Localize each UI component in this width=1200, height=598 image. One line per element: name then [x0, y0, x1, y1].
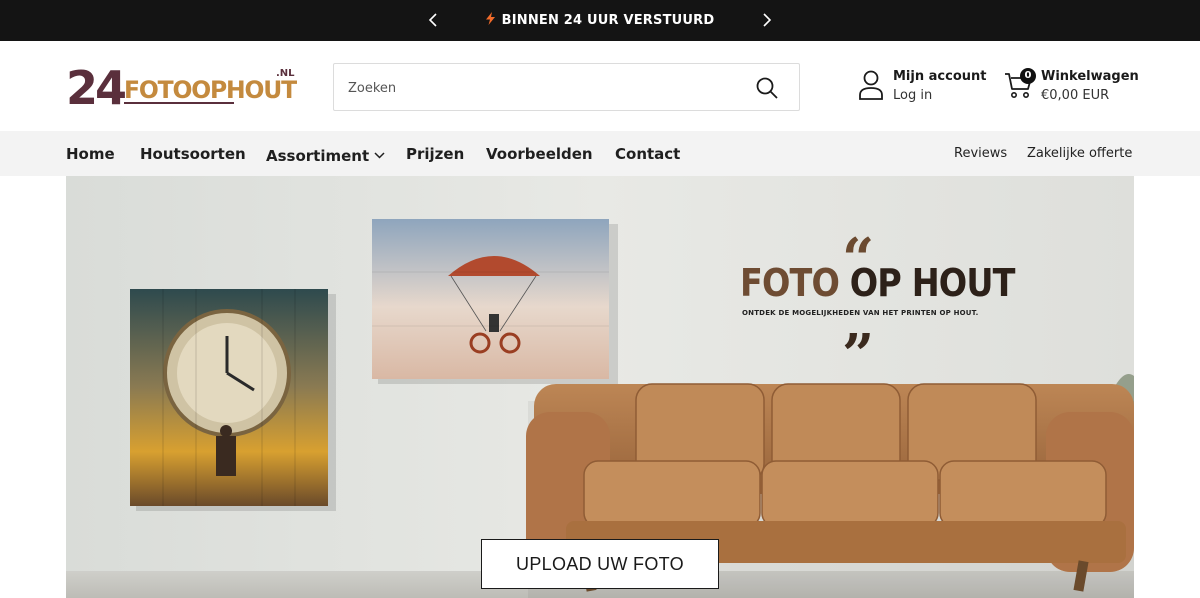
search-bar	[333, 63, 800, 111]
hero-headline: FOTO OP HOUT	[740, 261, 1015, 305]
account-title: Mijn account	[893, 69, 987, 84]
nav-item-prijzen[interactable]: Prijzen	[406, 145, 464, 163]
cart-title: Winkelwagen	[1041, 69, 1139, 84]
announcement-message: BINNEN 24 UUR VERSTUURD	[0, 12, 1200, 29]
hero-subline: ONTDEK DE MOGELIJKHEDEN VAN HET PRINTEN …	[742, 309, 979, 317]
logo-digits: 24	[66, 61, 125, 112]
cart-amount: €0,00 EUR	[1041, 88, 1110, 103]
nav-item-home[interactable]: Home	[66, 145, 115, 163]
announcement-text: BINNEN 24 UUR VERSTUURD	[501, 13, 715, 28]
login-link[interactable]: Log in	[893, 88, 932, 103]
site-header: 24 FOTOOPHOUT .NL Mijn account Log in 0 …	[0, 41, 1200, 131]
nav-item-houtsoorten[interactable]: Houtsoorten	[140, 145, 246, 163]
hero-headline-part-1: FOTO	[740, 261, 850, 305]
lightning-bolt-icon	[485, 12, 495, 29]
upload-photo-button[interactable]: UPLOAD UW FOTO	[481, 539, 719, 589]
nav-item-contact[interactable]: Contact	[615, 145, 680, 163]
logo-tld: .NL	[276, 68, 295, 79]
hero-illustration	[66, 176, 1134, 598]
announcement-bar: BINNEN 24 UUR VERSTUURD	[0, 0, 1200, 41]
cart-count-badge: 0	[1020, 68, 1036, 84]
nav-link-reviews[interactable]: Reviews	[954, 146, 1007, 161]
nav-item-voorbeelden[interactable]: Voorbeelden	[486, 145, 593, 163]
nav-item-assortiment-label: Assortiment	[266, 147, 370, 165]
quote-close-mark: ”	[842, 322, 875, 388]
search-input[interactable]	[348, 76, 728, 100]
user-icon	[858, 70, 884, 100]
main-nav: Home Houtsoorten Assortiment Prijzen Voo…	[0, 131, 1200, 176]
account-link[interactable]: Mijn account Log in	[858, 67, 993, 109]
hero-banner[interactable]: “ FOTO OP HOUT ONTDEK DE MOGELIJKHEDEN V…	[66, 176, 1134, 598]
chevron-right-icon[interactable]	[757, 11, 775, 29]
chevron-down-icon	[374, 145, 385, 163]
search-icon[interactable]	[755, 76, 779, 100]
cart-link[interactable]: 0 Winkelwagen €0,00 EUR	[1004, 67, 1144, 109]
hero-headline-part-2: OP HOUT	[849, 261, 1016, 305]
nav-item-assortiment[interactable]: Assortiment	[266, 145, 385, 165]
logo-name: FOTOOPHOUT	[124, 76, 298, 104]
nav-link-zakelijke-offerte[interactable]: Zakelijke offerte	[1027, 146, 1132, 161]
site-logo[interactable]: 24 FOTOOPHOUT .NL	[66, 60, 301, 115]
